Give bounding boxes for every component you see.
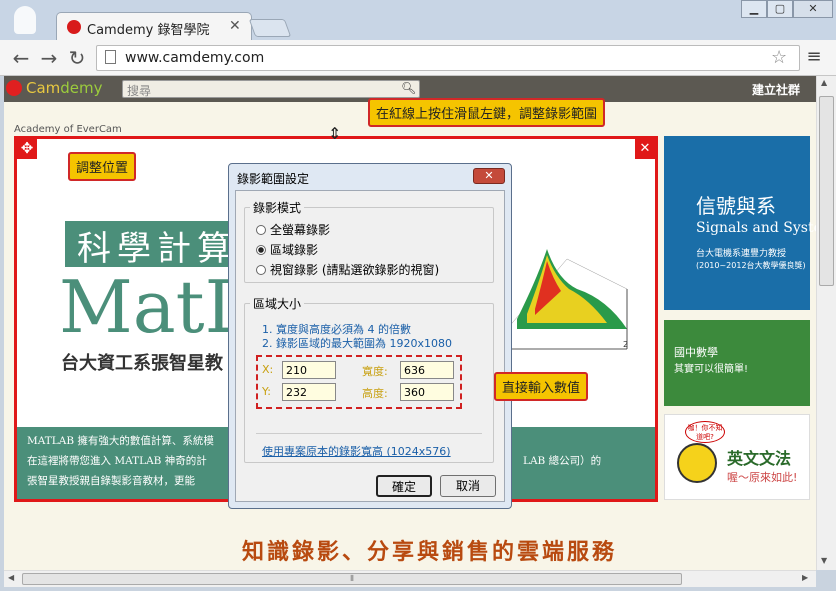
card-instructor: 台大電機系連豐力教授 bbox=[696, 249, 787, 259]
browser-menu-icon[interactable]: ≡ bbox=[806, 48, 822, 68]
new-tab-button[interactable] bbox=[248, 19, 292, 37]
x-label: X: bbox=[262, 363, 274, 376]
tab-close-icon[interactable]: ✕ bbox=[229, 18, 241, 34]
x-input[interactable] bbox=[282, 361, 336, 379]
dialog-body: 錄影模式 全螢幕錄影 區域錄影 視窗錄影 (請點選欲錄影的視窗) 區域大小 1.… bbox=[235, 190, 505, 502]
radio-dot bbox=[256, 265, 266, 275]
radio-fullscreen[interactable]: 全螢幕錄影 bbox=[256, 221, 330, 238]
create-community-link[interactable]: 建立社群 bbox=[752, 81, 800, 98]
course-card-signals[interactable]: 信號與系 Signals and Syste 台大電機系連豐力教授 (2010~… bbox=[664, 136, 816, 310]
surface-plot-image: 2 bbox=[506, 249, 628, 350]
search-placeholder: 搜尋 bbox=[127, 84, 152, 98]
vertical-scroll-thumb[interactable] bbox=[819, 96, 834, 286]
site-logo[interactable]: Camdemy bbox=[26, 79, 103, 97]
logo-cam: Cam bbox=[26, 79, 61, 97]
horizontal-scrollbar[interactable]: ◀ ⦀ ▶ bbox=[4, 570, 816, 587]
recording-close-icon[interactable]: ✕ bbox=[635, 139, 655, 159]
scroll-up-icon[interactable]: ▲ bbox=[821, 78, 827, 87]
recording-mode-title: 錄影模式 bbox=[250, 199, 305, 216]
window-close-button[interactable]: ✕ bbox=[793, 0, 833, 18]
banner-title: 科學計算 bbox=[77, 229, 237, 269]
vertical-scrollbar[interactable]: ▲ ▼ bbox=[816, 76, 836, 570]
address-bar[interactable]: www.camdemy.com ☆ bbox=[96, 45, 800, 71]
divider bbox=[256, 433, 482, 434]
card-title: 信號與系 bbox=[696, 194, 776, 218]
radio-window[interactable]: 視窗錄影 (請點選欲錄影的視窗) bbox=[256, 261, 439, 278]
banner-desc-right: LAB 總公司）的 bbox=[523, 455, 602, 467]
radio-dot bbox=[256, 225, 266, 235]
card-subtitle: 其實可以很簡單! bbox=[674, 364, 749, 375]
card-subtitle: 喔～原來如此! bbox=[727, 471, 798, 484]
smiley-face-icon bbox=[677, 443, 717, 483]
move-handle-icon[interactable]: ✥ bbox=[17, 139, 37, 159]
course-card-math[interactable]: 國中數學 其實可以很簡單! bbox=[664, 320, 810, 406]
page-icon bbox=[105, 50, 116, 64]
radio-dot-selected bbox=[256, 245, 266, 255]
profile-icon[interactable] bbox=[14, 6, 36, 34]
dialog-close-button[interactable]: ✕ bbox=[473, 168, 505, 184]
forward-arrow-icon[interactable]: → bbox=[38, 47, 60, 69]
course-card-grammar[interactable]: 咖！你不知道吧? 英文文法 喔～原來如此! bbox=[664, 414, 810, 500]
banner-subtitle: 台大資工系張智星教 bbox=[61, 353, 223, 374]
reload-icon[interactable]: ↻ bbox=[66, 47, 88, 69]
radio-label: 視窗錄影 (請點選欲錄影的視窗) bbox=[270, 263, 440, 277]
input-highlight-box: X: Y: 寬度: 高度: bbox=[256, 355, 462, 409]
back-arrow-icon[interactable]: ← bbox=[10, 47, 32, 69]
width-label: 寬度: bbox=[362, 365, 388, 378]
plot-tick-label: 2 bbox=[623, 340, 628, 349]
callout-adjust-position: 調整位置 bbox=[68, 152, 137, 181]
card-award: (2010~2012台大教學優良獎) bbox=[696, 261, 806, 270]
info-line2: 2. 錄影區域的最大範圍為 1920x1080 bbox=[262, 337, 452, 350]
logo-demy: demy bbox=[60, 79, 103, 97]
region-settings-dialog: 錄影範圍設定 ✕ 錄影模式 全螢幕錄影 區域錄影 視窗錄影 (請點選欲錄影的視窗… bbox=[228, 163, 512, 509]
callout-adjust-region: 在紅線上按住滑鼠左鍵，調整錄影範圍 bbox=[368, 98, 606, 127]
speech-bubble: 咖！你不知道吧? bbox=[685, 421, 725, 443]
bookmark-star-icon[interactable]: ☆ bbox=[771, 47, 787, 68]
use-project-size-link[interactable]: 使用專案原本的錄影寬高 (1024x576) bbox=[262, 443, 451, 459]
window-maximize-button[interactable]: ▢ bbox=[767, 0, 793, 18]
radio-label: 全螢幕錄影 bbox=[270, 223, 331, 237]
camdemy-logo-icon bbox=[6, 80, 22, 96]
width-input[interactable] bbox=[400, 361, 454, 379]
resize-cursor-icon: ⇕ bbox=[328, 124, 342, 143]
search-icon[interactable]: 🔍︎ bbox=[401, 81, 416, 95]
card-title: 國中數學 bbox=[674, 346, 718, 359]
slogan: 知識錄影、分享與銷售的雲端服務 bbox=[242, 539, 618, 565]
banner-desc-line1: MATLAB 擁有強大的數值計算、系統模 bbox=[27, 435, 214, 447]
site-search-input[interactable]: 搜尋 🔍︎ bbox=[122, 80, 420, 98]
horizontal-scroll-thumb[interactable]: ⦀ bbox=[22, 573, 682, 585]
card-title: 英文文法 bbox=[727, 449, 792, 468]
academy-label: Academy of EverCam bbox=[14, 124, 122, 135]
url-text: www.camdemy.com bbox=[125, 50, 265, 66]
height-label: 高度: bbox=[362, 387, 388, 400]
browser-titlebar: Camdemy 錄智學院 ✕ ▁ ▢ ✕ bbox=[0, 0, 836, 40]
dialog-title: 錄影範圍設定 bbox=[237, 172, 310, 186]
cancel-button[interactable]: 取消 bbox=[440, 475, 496, 497]
scroll-down-icon[interactable]: ▼ bbox=[821, 556, 827, 565]
tab-title: Camdemy 錄智學院 bbox=[87, 23, 210, 38]
browser-toolbar: ← → ↻ www.camdemy.com ☆ ≡ bbox=[0, 40, 836, 76]
banner-desc-line3: 張智星教授親自錄製影音教材，更能 bbox=[27, 475, 195, 487]
callout-enter-values: 直接輸入數值 bbox=[494, 372, 589, 401]
ok-button[interactable]: 確定 bbox=[376, 475, 432, 497]
radio-label: 區域錄影 bbox=[270, 243, 319, 257]
height-input[interactable] bbox=[400, 383, 454, 401]
radio-region[interactable]: 區域錄影 bbox=[256, 241, 318, 258]
region-size-title: 區域大小 bbox=[250, 295, 305, 312]
y-input[interactable] bbox=[282, 383, 336, 401]
banner-desc-line2: 在這裡將帶您進入 MATLAB 神奇的計 bbox=[27, 455, 207, 467]
window-minimize-button[interactable]: ▁ bbox=[741, 0, 767, 18]
scroll-right-icon[interactable]: ▶ bbox=[802, 573, 808, 582]
banner-matlab-text: MatL bbox=[59, 265, 253, 349]
camdemy-favicon-icon bbox=[67, 20, 81, 34]
card-subtitle: Signals and Syste bbox=[696, 220, 816, 236]
browser-tab[interactable]: Camdemy 錄智學院 ✕ bbox=[56, 12, 252, 40]
window-bottom-frame bbox=[0, 587, 836, 591]
y-label: Y: bbox=[262, 385, 271, 398]
scroll-left-icon[interactable]: ◀ bbox=[8, 573, 14, 582]
